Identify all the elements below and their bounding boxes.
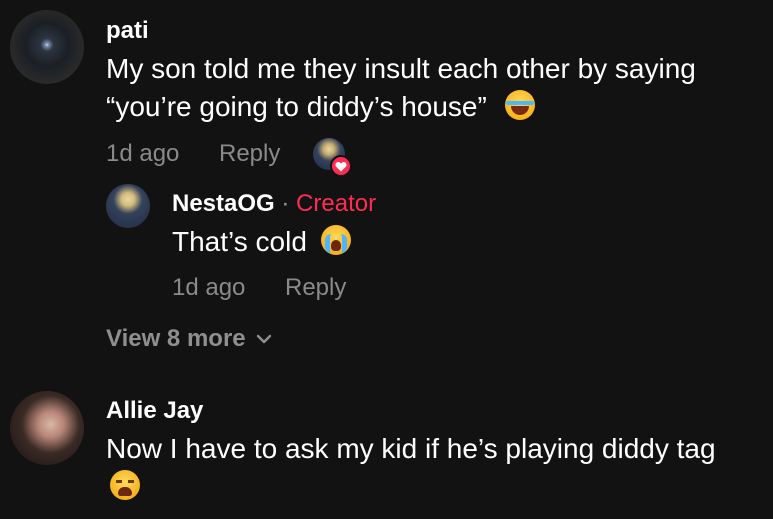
- comment-timestamp: 1d ago: [106, 140, 180, 167]
- reply-username-row: NestaOG · Creator: [172, 190, 376, 218]
- chevron-down-icon: [256, 334, 271, 344]
- avatar-nestaog[interactable]: [106, 184, 150, 228]
- comment-text-line1: Now I have to ask my kid if he’s playing…: [106, 433, 716, 464]
- creator-badge: Creator: [296, 190, 377, 217]
- avatar-allie-jay[interactable]: [10, 391, 84, 465]
- separator-dot: ·: [281, 190, 290, 217]
- reply-username[interactable]: NestaOG: [172, 190, 275, 217]
- weary-emoji-icon: [110, 470, 140, 500]
- view-more-replies-button[interactable]: View 8 more: [106, 325, 272, 353]
- avatar-pati[interactable]: [10, 10, 84, 84]
- comment-text-line2: [106, 468, 140, 506]
- comment-text-line2: “you’re going to diddy’s house”: [106, 88, 535, 126]
- comment-username[interactable]: Allie Jay: [106, 397, 203, 425]
- comment-text-line1: My son told me they insult each other by…: [106, 53, 696, 84]
- laughing-emoji-icon: [504, 90, 535, 120]
- reply-timestamp: 1d ago: [172, 274, 246, 301]
- crying-emoji-icon: [320, 225, 351, 255]
- comment-username[interactable]: pati: [106, 17, 149, 45]
- view-more-label: View 8 more: [106, 325, 246, 352]
- reply-text-content: That’s cold: [172, 226, 307, 257]
- reply-reply-button[interactable]: Reply: [285, 274, 346, 302]
- reply-button[interactable]: Reply: [219, 140, 280, 168]
- heart-icon: [330, 155, 352, 177]
- comment-text-line2-content: “you’re going to diddy’s house”: [106, 91, 487, 122]
- reply-text: That’s cold: [172, 223, 351, 261]
